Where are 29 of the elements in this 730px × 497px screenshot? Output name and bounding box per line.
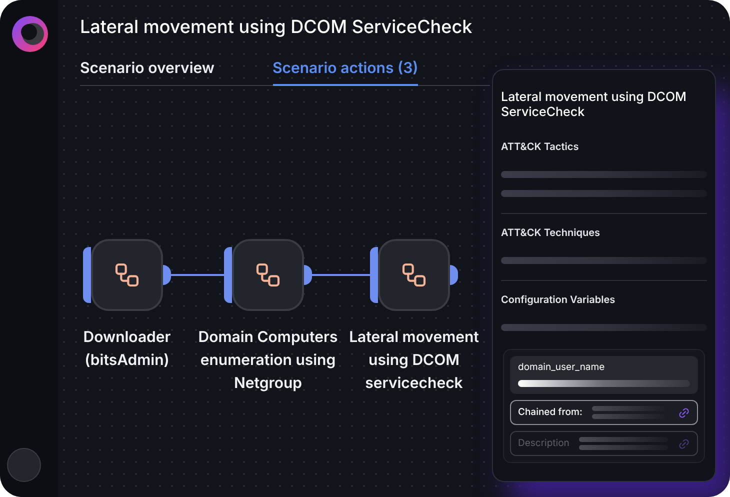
tab[interactable]: Scenario actions (3) [272, 57, 418, 86]
connector-handle[interactable] [370, 247, 378, 303]
connector-handle[interactable] [163, 265, 171, 285]
flow-diagram-icon [400, 261, 428, 289]
connector-handle[interactable] [83, 247, 91, 303]
variable-name: domain_user_name [518, 361, 606, 375]
field-label: Chained from: [518, 406, 582, 420]
connector-handle[interactable] [450, 265, 458, 285]
logo-icon [11, 15, 49, 53]
action-node[interactable] [91, 239, 163, 311]
action-label: Domain Computers enumeration using Netgroup [197, 326, 339, 394]
flow-diagram-icon [254, 261, 282, 289]
variable-field[interactable]: Chained from: [510, 400, 698, 426]
section-heading: ATT&CK Tactics [501, 140, 580, 155]
field-label: Description [518, 436, 570, 451]
tab[interactable]: Scenario overview [80, 57, 214, 86]
connector-handle[interactable] [224, 247, 232, 303]
window-title: Lateral movement using DCOM ServiceCheck [80, 16, 474, 40]
section-heading: Configuration Variables [501, 293, 616, 308]
action-label: Downloader (bitsAdmin) [82, 326, 172, 371]
connector-handle[interactable] [304, 265, 312, 285]
flow-diagram-icon [113, 261, 141, 289]
connector-line [310, 274, 370, 276]
connector-line [169, 274, 224, 276]
section-heading: ATT&CK Techniques [501, 226, 601, 241]
action-node[interactable] [378, 239, 450, 311]
action-label: Lateral movement using DCOM servicecheck [348, 326, 480, 394]
action-node[interactable] [232, 239, 304, 311]
panel-title: Lateral movement using DCOM ServiceCheck [501, 90, 688, 120]
